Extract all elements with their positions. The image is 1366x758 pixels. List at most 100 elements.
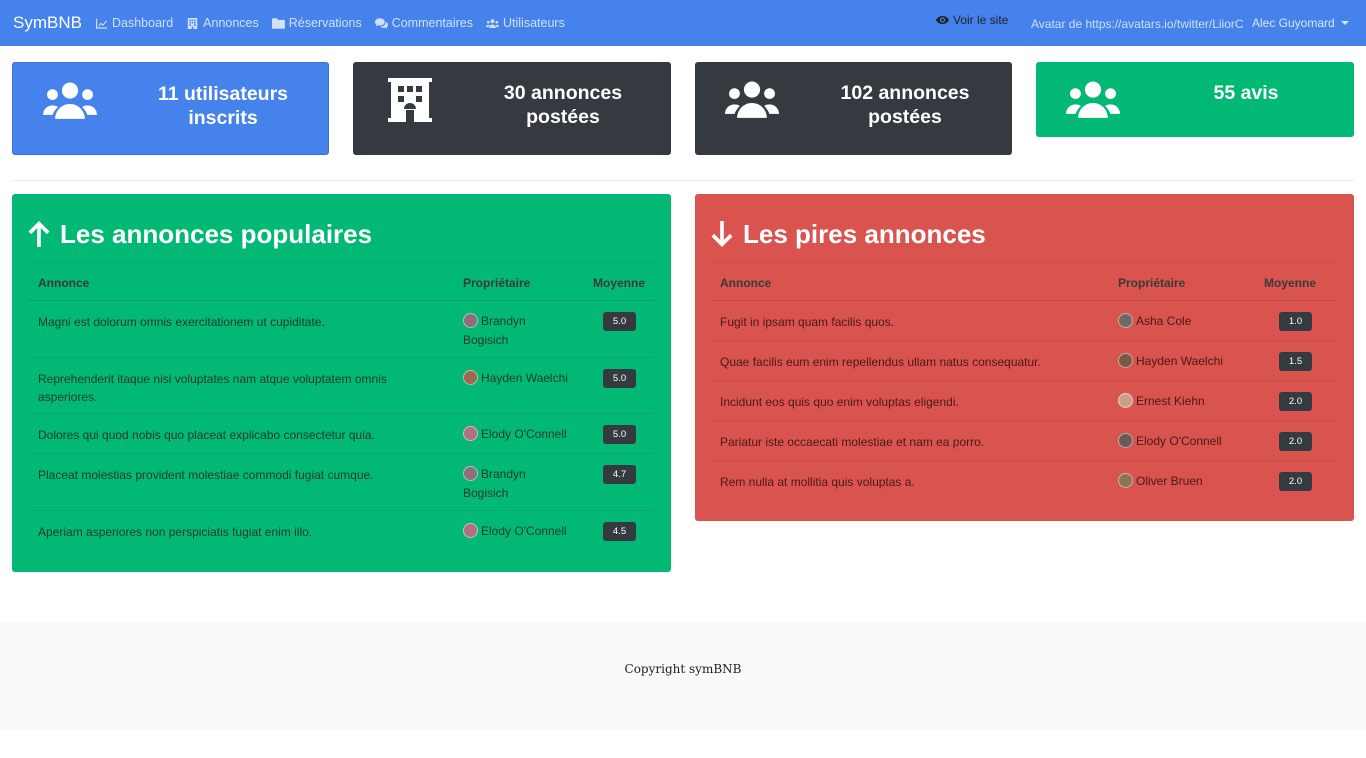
worst-ads-heading: Les pires annonces [710,218,986,250]
rating-badge: 2.0 [1279,392,1312,411]
owner-cell: Elody O'Connell [1118,432,1248,451]
best-ads-panel: Les annonces populaires Annonce Propriét… [12,194,671,572]
rating-badge: 2.0 [1279,432,1312,451]
nav-reservations[interactable]: Réservations [271,16,362,30]
rating-badge: 4.5 [603,522,636,541]
rating-badge: 4.7 [603,465,636,484]
col-annonce: Annonce [720,276,772,290]
caret-down-icon [1340,21,1349,25]
view-site-link[interactable]: Voir le site [936,13,1008,27]
stat-users-line2: inscrits [188,107,258,129]
users-icon [486,18,499,28]
rating-badge: 5.0 [603,425,636,444]
users-icon [43,81,97,119]
best-ads-title: Les annonces populaires [60,219,373,249]
avatar [463,370,478,385]
stat-users-line1: 11 utilisateurs [157,83,289,105]
owner-cell: Brandyn Bogisich [463,465,573,503]
nav-annonces[interactable]: Annonces [186,16,259,30]
chart-icon [96,18,107,29]
owner-name: Elody O'Connell [1136,434,1222,448]
avatar [1118,433,1133,448]
ad-title[interactable]: Quae facilis eum enim repellendus ullam … [720,353,1110,371]
rating-badge: 1.5 [1279,352,1312,371]
stat-ads-line2: postées [526,106,600,128]
ad-title[interactable]: Fugit in ipsam quam facilis quos. [720,313,1110,331]
worst-ads-title: Les pires annonces [743,219,986,249]
avatar [463,466,478,481]
table-row[interactable]: Dolores qui quod nobis quo placeat expli… [28,414,655,454]
table-row[interactable]: Quae facilis eum enim repellendus ullam … [711,341,1338,381]
table-header: Annonce Propriétaire Moyenne [28,263,655,301]
arrow-down-icon [711,221,733,247]
folder-icon [271,17,285,29]
page-footer: Copyright symBNB [0,622,1366,730]
nav-dashboard[interactable]: Dashboard [95,16,173,30]
table-row[interactable]: Placeat molestias provident molestiae co… [28,454,655,511]
brand-link[interactable]: SymBNB [13,13,82,33]
table-row[interactable]: Pariatur iste occaecati molestiae et nam… [711,421,1338,461]
avatar [463,313,478,328]
stat-bookings-line2: postées [868,106,942,128]
ad-title[interactable]: Incidunt eos quis quo enim voluptas elig… [720,393,1110,411]
copyright-text: Copyright symBNB [624,662,742,676]
avatar [1118,473,1133,488]
col-moyenne: Moyenne [593,276,646,290]
ad-title[interactable]: Pariatur iste occaecati molestiae et nam… [720,433,1110,451]
nav-utilisateurs-label: Utilisateurs [503,16,565,30]
nav-reservations-label: Réservations [288,16,362,30]
ad-title[interactable]: Aperiam asperiores non perspiciatis fugi… [38,523,428,541]
nav-commentaires-label: Commentaires [391,16,473,30]
worst-ads-panel: Les pires annonces Annonce Propriétaire … [695,194,1354,521]
table-row[interactable]: Incidunt eos quis quo enim voluptas elig… [711,381,1338,421]
best-ads-table: Annonce Propriétaire Moyenne Magni est d… [28,262,655,551]
stat-reviews-line1: 55 avis [1213,82,1279,104]
table-row[interactable]: Rem nulla at mollitia quis voluptas a. O… [711,461,1338,501]
rating-badge: 5.0 [603,312,636,331]
top-navbar: SymBNB Dashboard Annonces Réservations C… [0,0,1366,46]
nav-utilisateurs[interactable]: Utilisateurs [486,16,565,30]
stat-card-reviews: 55 avis [1036,62,1354,137]
rating-badge: 2.0 [1279,472,1312,491]
stat-card-ads: 30 annonces postées [353,62,671,155]
stat-bookings-line1: 102 annonces [840,82,970,104]
building-icon [187,17,198,29]
eye-icon [936,15,949,25]
ad-title[interactable]: Placeat molestias provident molestiae co… [38,466,428,484]
avatar [1118,353,1133,368]
ad-title[interactable]: Reprehenderit itaque nisi voluptates nam… [38,370,428,406]
comments-icon [374,17,388,29]
section-divider [12,180,1354,181]
owner-name: Hayden Waelchi [481,371,568,385]
nav-annonces-label: Annonces [203,16,259,30]
users-icon [1066,80,1120,118]
owner-name: Elody O'Connell [481,427,567,441]
col-proprietaire: Propriétaire [463,276,531,290]
best-ads-heading: Les annonces populaires [27,218,372,250]
user-dropdown[interactable]: Alec Guyomard [1252,16,1349,30]
nav-links: Dashboard Annonces Réservations Commenta… [95,16,565,30]
stat-card-bookings: 102 annonces postées [695,62,1012,155]
ad-title[interactable]: Magni est dolorum omnis exercitationem u… [38,313,428,331]
ad-title[interactable]: Dolores qui quod nobis quo placeat expli… [38,426,428,444]
owner-cell: Hayden Waelchi [463,369,573,388]
arrow-up-icon [28,221,50,247]
table-row[interactable]: Reprehenderit itaque nisi voluptates nam… [28,358,655,414]
avatar [1118,313,1133,328]
owner-cell: Brandyn Bogisich [463,312,573,350]
table-row[interactable]: Aperiam asperiores non perspiciatis fugi… [28,511,655,551]
table-row[interactable]: Magni est dolorum omnis exercitationem u… [28,301,655,358]
owner-cell: Elody O'Connell [463,425,583,444]
user-name: Alec Guyomard [1252,16,1335,30]
table-row[interactable]: Fugit in ipsam quam facilis quos. Asha C… [711,301,1338,341]
ad-title[interactable]: Rem nulla at mollitia quis voluptas a. [720,473,1110,491]
table-header: Annonce Propriétaire Moyenne [711,263,1338,301]
view-site-label: Voir le site [953,13,1009,27]
col-annonce: Annonce [38,276,90,290]
owner-cell: Ernest Kiehn [1118,392,1248,411]
building-icon [386,78,434,122]
worst-ads-table: Annonce Propriétaire Moyenne Fugit in ip… [711,262,1338,501]
col-moyenne: Moyenne [1264,276,1317,290]
nav-commentaires[interactable]: Commentaires [374,16,473,30]
owner-cell: Elody O'Connell [463,522,583,541]
